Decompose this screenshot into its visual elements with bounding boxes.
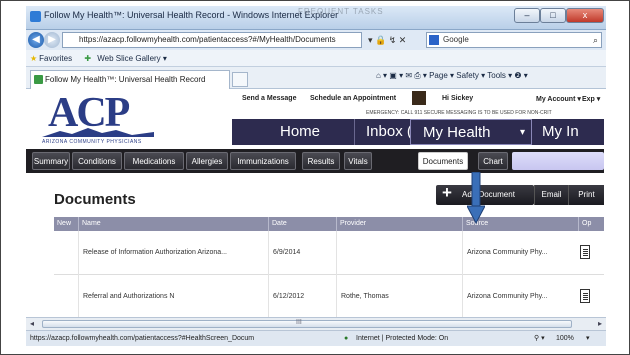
- cell-new: [54, 275, 78, 317]
- cell-provider: [336, 231, 462, 275]
- search-box[interactable]: Google ⌕: [426, 32, 602, 48]
- schedule-link[interactable]: Schedule an Appointment: [310, 95, 396, 102]
- page-title: Documents: [54, 191, 136, 208]
- table-header: New Name Date Provider Source Op: [54, 217, 604, 231]
- cell-name[interactable]: Referral and Authorizations N: [78, 275, 268, 317]
- expand-menu[interactable]: Exp ▾: [582, 95, 600, 103]
- tab-conditions[interactable]: Conditions: [72, 152, 122, 170]
- avatar: [412, 91, 426, 105]
- globe-icon: ●: [344, 335, 349, 342]
- forward-button[interactable]: ▶: [44, 32, 60, 48]
- col-provider[interactable]: Provider: [336, 217, 462, 231]
- send-message-link[interactable]: Send a Message: [242, 95, 296, 102]
- logo-subtitle: ARIZONA COMMUNITY PHYSICIANS: [42, 139, 142, 145]
- col-new[interactable]: New: [54, 217, 78, 231]
- tab-chart[interactable]: Chart: [478, 152, 508, 170]
- window-title: Follow My Health™: Universal Health Reco…: [44, 10, 339, 20]
- nav-divider: [354, 119, 355, 145]
- address-tools[interactable]: ▾ 🔒 ↯ ✕: [368, 32, 422, 48]
- web-page: ACP ARIZONA COMMUNITY PHYSICIANS Send a …: [26, 89, 604, 317]
- chevron-down-icon: ▾: [519, 127, 525, 138]
- address-bar[interactable]: https://azacp.followmyhealth.com/patient…: [62, 32, 362, 48]
- add-document-button[interactable]: + Add Document: [436, 183, 534, 205]
- star-icon: ★: [30, 54, 38, 63]
- cell-date: 6/12/2012: [268, 275, 336, 317]
- favorites-bar: ★ Favorites ✚ Web Slice Gallery ▾: [26, 50, 606, 67]
- annotation-arrow: [467, 172, 485, 224]
- col-options[interactable]: Op: [578, 217, 604, 231]
- security-zone[interactable]: Internet | Protected Mode: On: [356, 331, 448, 347]
- web-slice-gallery[interactable]: Web Slice Gallery ▾: [97, 54, 167, 63]
- cell-provider: Rothe, Thomas: [336, 275, 462, 317]
- nav-my-health-label: My Health: [423, 124, 491, 141]
- scroll-left-icon[interactable]: ◂: [30, 319, 34, 328]
- cell-new: [54, 231, 78, 275]
- minimize-button[interactable]: –: [514, 8, 540, 23]
- tab-medications[interactable]: Medications: [124, 152, 184, 170]
- cell-source: Arizona Community Phy...: [462, 275, 578, 317]
- command-bar[interactable]: ⌂ ▾ ▣ ▾ ✉ ⎙ ▾ Page ▾ Safety ▾ Tools ▾ ❷ …: [376, 71, 528, 81]
- new-tab-button[interactable]: [232, 72, 248, 87]
- browser-tab-row: Follow My Health™: Universal Health Reco…: [26, 67, 606, 89]
- col-date[interactable]: Date: [268, 217, 336, 231]
- nav-my-info[interactable]: My In: [542, 119, 579, 145]
- acp-logo[interactable]: ACP ARIZONA COMMUNITY PHYSICIANS: [42, 90, 154, 145]
- mountain-graphic: [42, 128, 154, 137]
- emergency-notice: EMERGENCY: CALL 911 SECURE MESSAGING IS …: [366, 110, 552, 116]
- google-icon: [429, 35, 439, 45]
- ghost-text: FREQUENT TASKS: [298, 7, 384, 16]
- tab-allergies[interactable]: Allergies: [186, 152, 228, 170]
- address-row: ◀ ▶ https://azacp.followmyhealth.com/pat…: [26, 30, 606, 50]
- scroll-grip: III: [296, 319, 302, 326]
- tab-favicon: [34, 75, 43, 84]
- sub-nav-filler: [512, 152, 604, 170]
- search-icon[interactable]: ⌕: [593, 33, 598, 47]
- zoom-icon: ⚲ ▾: [534, 335, 545, 342]
- cell-name[interactable]: Release of Information Authorization Ari…: [78, 231, 268, 275]
- cell-source: Arizona Community Phy...: [462, 231, 578, 275]
- table-row[interactable]: Release of Information Authorization Ari…: [54, 231, 604, 275]
- tab-summary[interactable]: Summary: [32, 152, 70, 170]
- tab-vitals[interactable]: Vitals: [344, 152, 372, 170]
- my-account-menu[interactable]: My Account ▾: [536, 95, 581, 103]
- favorites-button[interactable]: Favorites: [39, 54, 72, 63]
- search-placeholder: Google: [443, 35, 469, 44]
- chevron-down-icon[interactable]: ▾: [586, 331, 590, 347]
- sub-nav: Summary Conditions Medications Allergies…: [26, 149, 604, 173]
- scroll-thumb[interactable]: [42, 320, 572, 328]
- zoom-level[interactable]: 100%: [556, 331, 574, 347]
- document-icon[interactable]: [580, 289, 590, 303]
- print-button[interactable]: Print: [568, 185, 604, 205]
- browser-tab[interactable]: Follow My Health™: Universal Health Reco…: [30, 70, 230, 89]
- tab-immunizations[interactable]: Immunizations: [230, 152, 296, 170]
- email-button[interactable]: Email: [534, 185, 568, 205]
- scroll-right-icon[interactable]: ▸: [598, 319, 602, 328]
- document-icon[interactable]: [580, 245, 590, 259]
- add-favorite-icon[interactable]: ✚: [84, 54, 91, 63]
- col-name[interactable]: Name: [78, 217, 268, 231]
- plus-icon: +: [442, 183, 452, 202]
- status-bar: https://azacp.followmyhealth.com/patient…: [26, 330, 606, 346]
- ie-app-icon: [30, 11, 41, 22]
- tab-results[interactable]: Results: [302, 152, 340, 170]
- table-row[interactable]: Referral and Authorizations N 6/12/2012 …: [54, 275, 604, 317]
- tab-documents[interactable]: Documents: [418, 152, 468, 170]
- nav-home[interactable]: Home: [280, 119, 320, 145]
- back-button[interactable]: ◀: [28, 32, 44, 48]
- tab-title: Follow My Health™: Universal Health Reco…: [45, 75, 206, 84]
- close-button[interactable]: x: [566, 8, 604, 23]
- cell-date: 6/9/2014: [268, 231, 336, 275]
- user-greeting: Hi Sickey: [442, 95, 474, 102]
- nav-my-health[interactable]: My Health ▾: [410, 119, 532, 145]
- horizontal-scrollbar[interactable]: ◂ III ▸: [26, 317, 606, 330]
- status-url: https://azacp.followmyhealth.com/patient…: [30, 335, 255, 342]
- maximize-button[interactable]: □: [540, 8, 566, 23]
- main-nav: Home Inbox (8) My Health ▾ My In: [232, 119, 604, 145]
